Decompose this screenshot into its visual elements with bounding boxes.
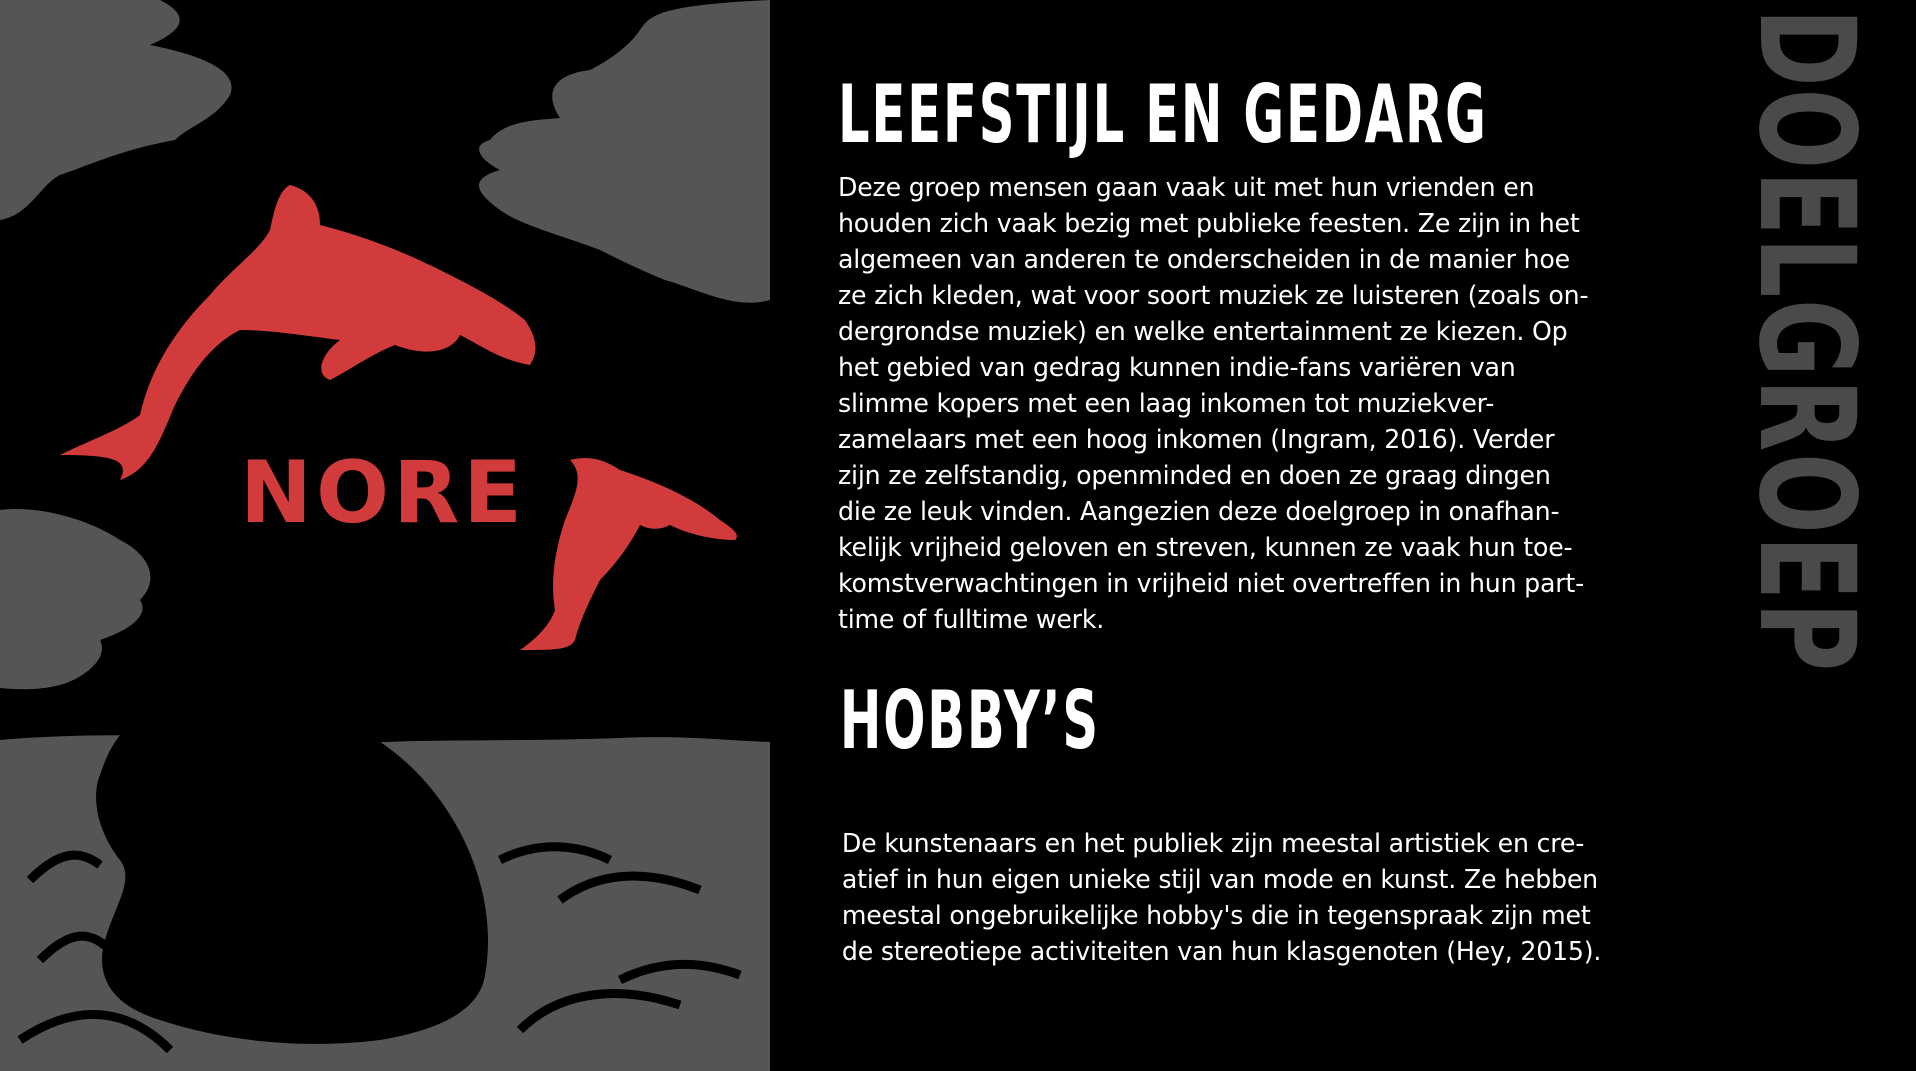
text-line: het gebied van gedrag kunnen indie-fans …: [838, 353, 1516, 383]
dolphin-red-small: [520, 458, 737, 650]
main-content: LEEFSTIJL EN GEDARG Deze groep mensen ga…: [838, 70, 1688, 970]
text-line: De kunstenaars en het publiek zijn meest…: [841, 829, 1585, 859]
illustration: NORE: [0, 0, 770, 1071]
text-line: Deze groep mensen gaan vaak uit met hun …: [838, 173, 1535, 203]
hobbies-paragraph: De kunstenaars en het publiek zijn meest…: [838, 826, 1657, 970]
side-title-text: DOELGROEP: [1750, 8, 1862, 673]
section-heading-lifestyle: LEEFSTIJL EN GEDARG: [838, 68, 1488, 161]
cloud-left: [0, 509, 151, 690]
lifestyle-paragraph: Deze groep mensen gaan vaak uit met hun …: [838, 170, 1653, 638]
text-line: slimme kopers met een laag inkomen tot m…: [838, 389, 1495, 419]
text-line: komstverwachtingen in vrijheid niet over…: [838, 569, 1585, 599]
text-line: algemeen van anderen te onderscheiden in…: [838, 245, 1570, 275]
text-line: kelijk vrijheid geloven en streven, kunn…: [838, 533, 1573, 563]
cloud-top-right: [479, 0, 770, 303]
illustration-graphic: NORE: [0, 0, 770, 1071]
text-line: ze zich kleden, wat voor soort muziek ze…: [838, 281, 1589, 311]
text-line: meestal ongebruikelijke hobby's die in t…: [841, 901, 1591, 931]
section-heading-hobbies: HOBBY’S: [839, 674, 1100, 767]
cloud-top-left: [0, 0, 232, 220]
text-line: die ze leuk vinden. Aangezien deze doelg…: [838, 497, 1560, 527]
logo-text: NORE: [240, 443, 526, 543]
text-line: de stereotiepe activiteiten van hun klas…: [841, 937, 1602, 967]
text-line: atief in hun eigen unieke stijl van mode…: [841, 865, 1598, 895]
text-line: zamelaars met een hoog inkomen (Ingram, …: [838, 425, 1555, 455]
text-line: dergrondse muziek) en welke entertainmen…: [838, 317, 1568, 347]
dolphin-red-large: [60, 185, 536, 480]
side-title: DOELGROEP: [1750, 8, 1862, 680]
text-line: houden zich vaak bezig met publieke fees…: [838, 209, 1580, 239]
text-line: zijn ze zelfstandig, openminded en doen …: [838, 461, 1551, 491]
text-line: time of fulltime werk.: [838, 605, 1105, 635]
